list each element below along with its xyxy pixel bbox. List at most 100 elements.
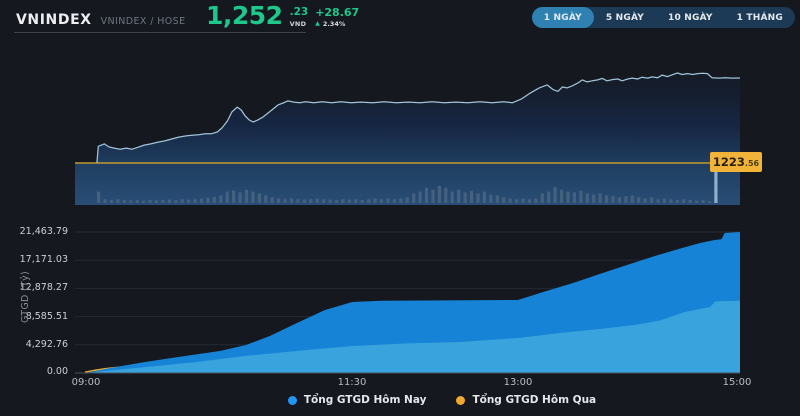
volume-bar xyxy=(579,191,582,203)
volume-bar xyxy=(123,200,126,203)
volume-bar xyxy=(374,198,377,203)
volume-bar xyxy=(605,195,608,203)
volume-bar xyxy=(521,198,524,203)
volume-bar xyxy=(689,200,692,203)
volume-bar xyxy=(393,199,396,203)
volume-bar xyxy=(708,201,711,203)
volume-bar xyxy=(232,191,235,204)
legend-item-hom-nay[interactable]: Tổng GTGD Hôm Nay xyxy=(288,394,427,406)
volume-bar xyxy=(277,198,280,203)
volume-bar xyxy=(534,198,537,203)
charts-canvas[interactable] xyxy=(0,0,800,416)
volume-bar xyxy=(380,199,383,203)
volume-bar xyxy=(116,199,119,203)
volume-bar xyxy=(335,200,338,203)
volume-bar xyxy=(644,198,647,203)
volume-bar xyxy=(566,192,569,203)
legend-dot-yellow-icon xyxy=(456,396,465,405)
volume-bar xyxy=(541,194,544,204)
volume-bar xyxy=(457,190,460,203)
volume-bar xyxy=(206,198,209,203)
volume-bar xyxy=(682,199,685,203)
volume-bar xyxy=(155,200,158,203)
volume-bar xyxy=(451,192,454,203)
volume-bar xyxy=(656,199,659,203)
volume-bar xyxy=(618,197,621,203)
volume-bar xyxy=(258,194,261,204)
volume-bar xyxy=(489,195,492,203)
volume-bar xyxy=(284,199,287,203)
x-tick: 15:00 xyxy=(723,377,752,388)
volume-bar xyxy=(399,198,402,203)
top-chart-layer xyxy=(75,73,740,205)
volume-bar xyxy=(354,199,357,203)
vnindex-intraday-widget: VNINDEXVNINDEX / HOSE 1,252 .23 VND +28.… xyxy=(0,0,800,416)
y-tick: 8,585.51 xyxy=(0,311,68,322)
volume-bar xyxy=(174,200,177,203)
volume-bar xyxy=(193,199,196,203)
volume-bar xyxy=(444,188,447,203)
volume-bar xyxy=(341,199,344,203)
volume-bar xyxy=(110,200,113,203)
volume-bar xyxy=(425,188,428,203)
volume-bar-closing xyxy=(714,167,717,203)
volume-bar xyxy=(496,195,499,203)
y-tick: 21,463.79 xyxy=(0,226,68,237)
volume-bar xyxy=(669,199,672,203)
volume-bar xyxy=(187,200,190,203)
volume-bar xyxy=(219,195,222,203)
chart-legend: Tổng GTGD Hôm Nay Tổng GTGD Hôm Qua xyxy=(0,394,800,406)
y-tick: 17,171.03 xyxy=(0,254,68,265)
volume-bar xyxy=(213,197,216,203)
volume-bar xyxy=(97,192,100,203)
volume-bar xyxy=(316,198,319,203)
volume-bar xyxy=(251,192,254,203)
reference-price-int: 1223 xyxy=(713,155,745,169)
y-axis-title: GTGD (Tỷ) xyxy=(20,252,34,342)
volume-bar xyxy=(676,200,679,203)
volume-bar xyxy=(701,200,704,203)
volume-bar xyxy=(290,198,293,203)
volume-bar xyxy=(129,200,132,203)
volume-bar xyxy=(226,192,229,203)
reference-price-dec: .56 xyxy=(745,159,759,168)
volume-bar xyxy=(245,190,248,203)
x-tick: 11:30 xyxy=(338,377,367,388)
volume-bar xyxy=(464,192,467,203)
volume-bar xyxy=(303,200,306,203)
legend-label: Tổng GTGD Hôm Nay xyxy=(304,394,427,406)
volume-bar xyxy=(476,194,479,204)
volume-bar xyxy=(367,199,370,203)
legend-item-hom-qua[interactable]: Tổng GTGD Hôm Qua xyxy=(456,394,596,406)
volume-bar xyxy=(296,199,299,203)
volume-bar xyxy=(264,195,267,203)
volume-bar xyxy=(631,195,634,203)
bottom-chart-layer xyxy=(75,232,740,373)
x-tick: 13:00 xyxy=(504,377,533,388)
y-tick: 4,292.76 xyxy=(0,339,68,350)
legend-label: Tổng GTGD Hôm Qua xyxy=(472,394,596,406)
volume-bar xyxy=(412,194,415,204)
volume-bar xyxy=(599,194,602,204)
volume-bar xyxy=(239,192,242,203)
volume-bar xyxy=(361,200,364,203)
volume-bar xyxy=(168,200,171,203)
x-tick: 09:00 xyxy=(72,377,101,388)
volume-bar xyxy=(470,191,473,203)
volume-bar xyxy=(650,197,653,203)
volume-bar xyxy=(573,192,576,203)
volume-bar xyxy=(637,197,640,203)
volume-bar xyxy=(148,200,151,203)
volume-bar xyxy=(483,192,486,203)
volume-bar xyxy=(329,200,332,203)
volume-bar xyxy=(547,192,550,203)
volume-bar xyxy=(161,200,164,203)
volume-bar xyxy=(142,201,145,203)
volume-bar xyxy=(592,195,595,203)
volume-bar xyxy=(695,201,698,203)
volume-bar xyxy=(431,190,434,203)
volume-bar xyxy=(200,198,203,203)
volume-bar xyxy=(624,196,627,203)
volume-bar xyxy=(322,199,325,203)
volume-bar xyxy=(348,200,351,203)
